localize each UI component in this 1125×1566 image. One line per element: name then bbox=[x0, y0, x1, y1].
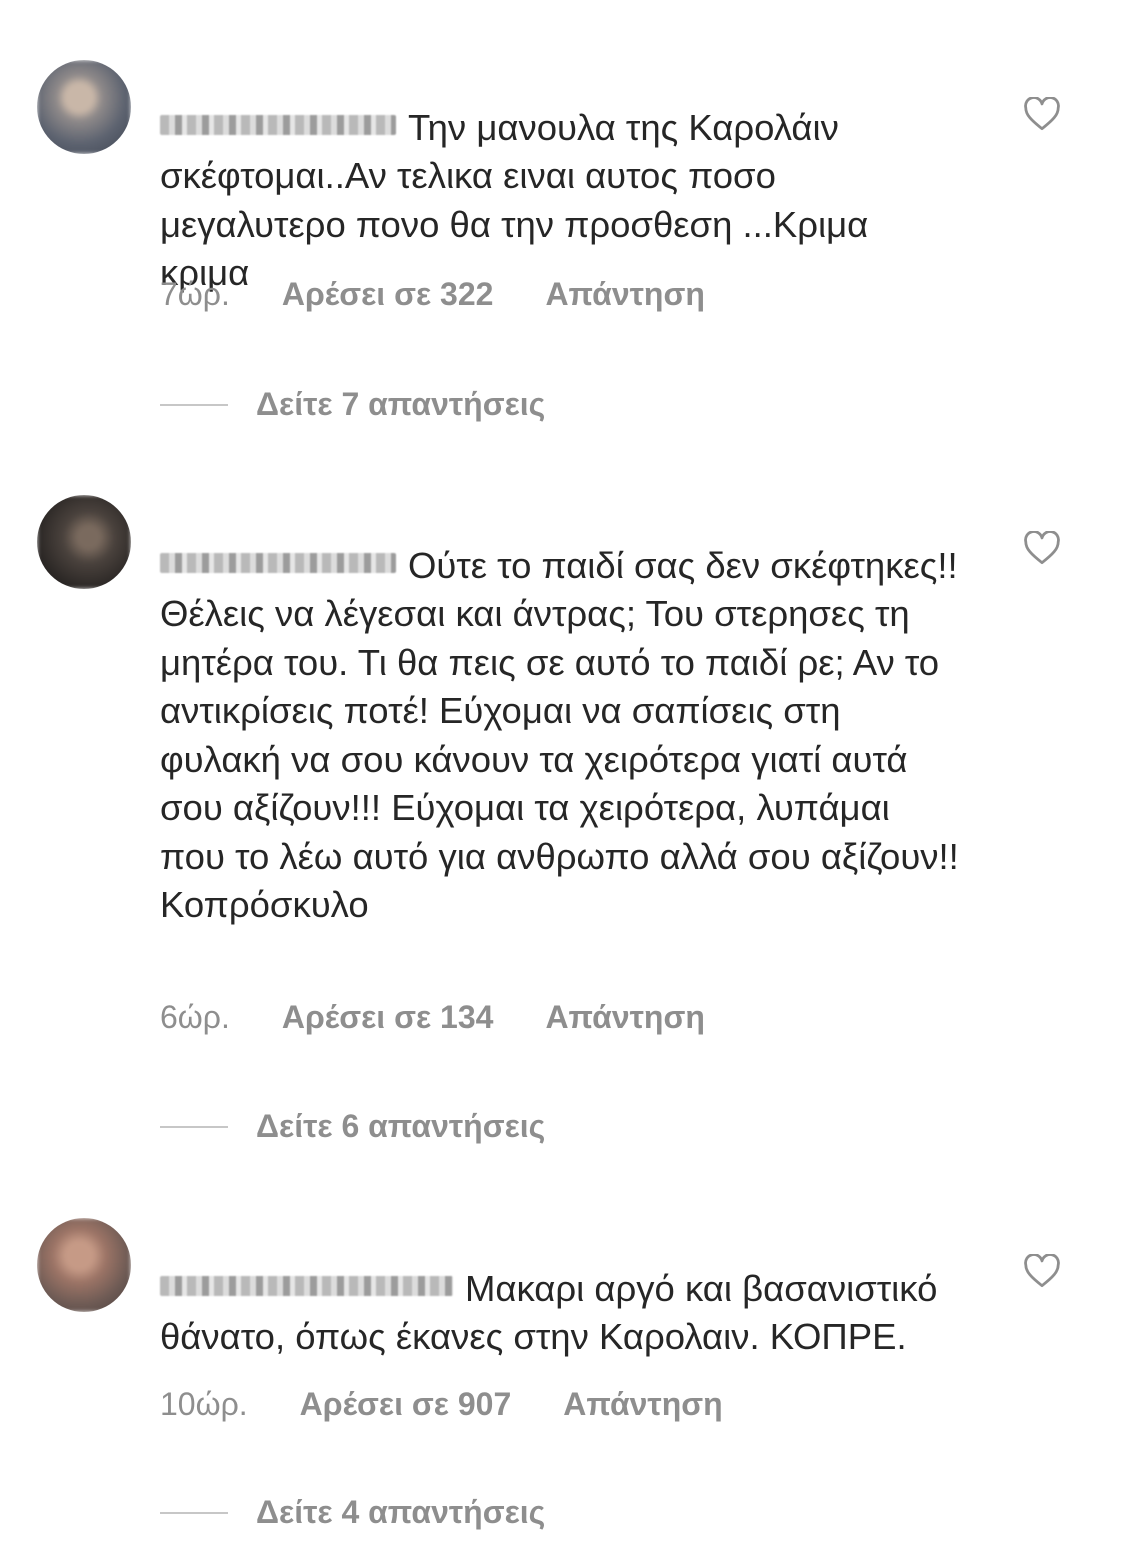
view-replies-button[interactable]: Δείτε 4 απαντήσεις bbox=[160, 1494, 545, 1531]
comment-time: 6ώρ. bbox=[160, 999, 230, 1035]
reply-button[interactable]: Απάντηση bbox=[545, 276, 704, 313]
comment-meta: 7ώρ. Αρέσει σε 322 Απάντηση bbox=[160, 276, 705, 313]
reply-button[interactable]: Απάντηση bbox=[563, 1386, 722, 1423]
likes-count[interactable]: Αρέσει σε 907 bbox=[300, 1386, 512, 1423]
replies-divider bbox=[160, 1511, 228, 1514]
username-blurred[interactable] bbox=[160, 552, 396, 573]
view-replies-button[interactable]: Δείτε 7 απαντήσεις bbox=[160, 386, 545, 423]
comment-text: Μακαρι αργό και βασανιστικό θάνατο, όπως… bbox=[160, 1267, 938, 1357]
comment-time: 10ώρ. bbox=[160, 1386, 248, 1422]
view-replies-button[interactable]: Δείτε 6 απαντήσεις bbox=[160, 1108, 545, 1145]
like-heart-icon[interactable] bbox=[1023, 530, 1061, 565]
replies-divider bbox=[160, 1125, 228, 1128]
reply-button[interactable]: Απάντηση bbox=[545, 999, 704, 1036]
avatar[interactable] bbox=[37, 495, 131, 589]
like-heart-icon[interactable] bbox=[1023, 96, 1061, 131]
comment-text: Ούτε το παιδί σας δεν σκέφτηκες!! Θέλεις… bbox=[160, 544, 959, 925]
like-heart-icon[interactable] bbox=[1023, 1253, 1061, 1288]
username-blurred[interactable] bbox=[160, 114, 396, 135]
avatar[interactable] bbox=[37, 60, 131, 154]
comment-text: Την μανουλα της Καρολάιν σκέφτομαι..Αν τ… bbox=[160, 106, 869, 293]
username-blurred[interactable] bbox=[160, 1275, 453, 1296]
likes-count[interactable]: Αρέσει σε 322 bbox=[282, 276, 494, 313]
likes-count[interactable]: Αρέσει σε 134 bbox=[282, 999, 494, 1036]
comment-meta: 6ώρ. Αρέσει σε 134 Απάντηση bbox=[160, 999, 705, 1036]
view-replies-label: Δείτε 6 απαντήσεις bbox=[256, 1108, 546, 1144]
replies-divider bbox=[160, 403, 228, 406]
avatar[interactable] bbox=[37, 1218, 131, 1312]
view-replies-label: Δείτε 4 απαντήσεις bbox=[256, 1494, 546, 1530]
comment-time: 7ώρ. bbox=[160, 276, 230, 312]
comment-meta: 10ώρ. Αρέσει σε 907 Απάντηση bbox=[160, 1386, 723, 1423]
view-replies-label: Δείτε 7 απαντήσεις bbox=[256, 386, 546, 422]
